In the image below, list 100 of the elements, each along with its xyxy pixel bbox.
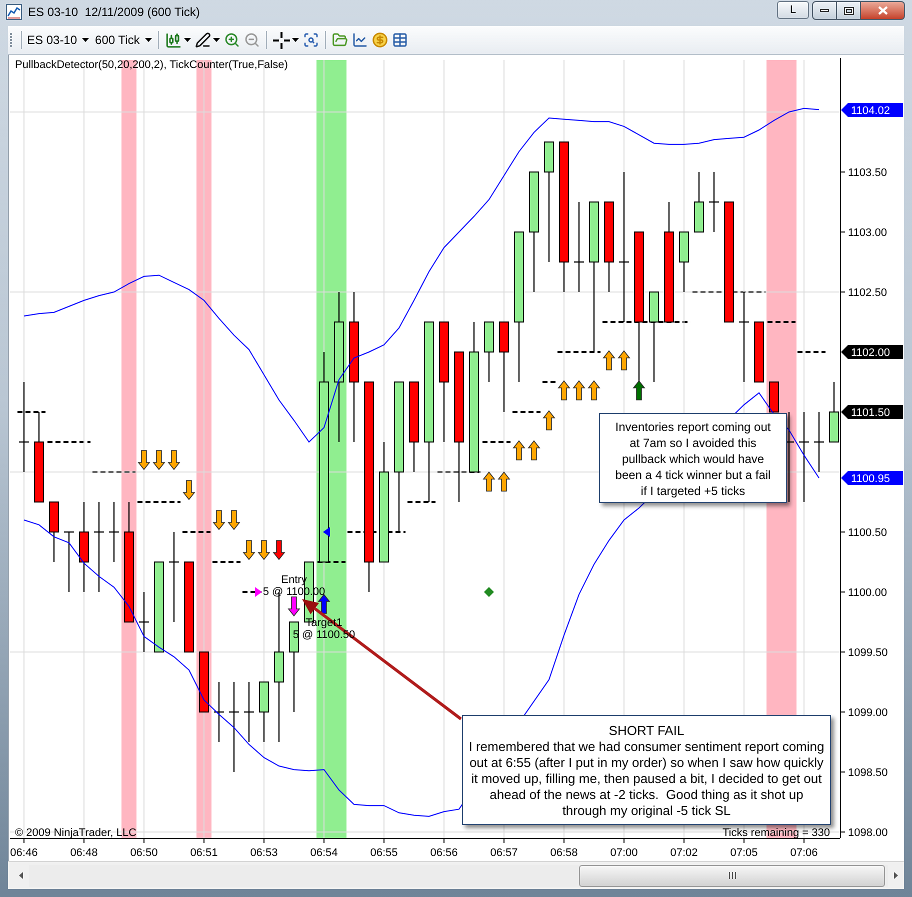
price-label: 1103.50 xyxy=(848,167,887,179)
table-icon xyxy=(392,32,408,48)
window-title: ES 03-10 12/11/2009 (600 Tick) xyxy=(28,5,200,20)
triangle-icon xyxy=(254,587,262,597)
caret-icon xyxy=(212,38,220,42)
price-label: 1098.50 xyxy=(848,767,888,779)
dashed-level-line xyxy=(437,471,480,473)
minimize-button[interactable] xyxy=(812,1,837,20)
line-chart-icon xyxy=(352,32,368,48)
time-label: 07:06 xyxy=(790,847,818,859)
candlestick xyxy=(814,412,824,472)
title-bar-button[interactable]: L xyxy=(777,1,809,19)
close-icon xyxy=(878,6,888,15)
dashed-level-line xyxy=(482,441,510,443)
up-arrow-icon xyxy=(602,350,616,370)
down-arrow-icon xyxy=(152,450,166,470)
candlestick xyxy=(754,322,764,382)
candlestick xyxy=(829,382,839,442)
dashed-level-line xyxy=(92,471,136,473)
candlestick xyxy=(48,502,59,562)
time-label: 07:02 xyxy=(670,847,698,859)
price-label: 1098.00 xyxy=(848,827,888,839)
time-label: 07:05 xyxy=(730,847,758,859)
zoom-out-icon xyxy=(244,32,260,48)
indicator-label: PullbackDetector(50,20,200,2), TickCounter(True,False) xyxy=(15,59,288,71)
chart-icon xyxy=(6,4,22,20)
down-arrow-icon xyxy=(258,540,270,560)
instrument-dropdown[interactable]: ES 03-10 xyxy=(25,29,92,51)
time-label: 06:48 xyxy=(70,847,98,859)
candlestick xyxy=(484,322,494,382)
up-arrow-icon xyxy=(498,471,510,492)
crosshair-dropdown[interactable] xyxy=(270,29,301,51)
candlestick xyxy=(244,682,254,742)
price-label: 1100.00 xyxy=(848,587,887,599)
up-arrow-icon xyxy=(572,380,586,400)
price-label: 1102.50 xyxy=(848,287,887,299)
up-arrow-icon xyxy=(318,594,330,614)
note-text: Inventories report coming out at 7am so I avoided this pullback which would have been a 4 tick winner but a fail if I targeted +5 ticks xyxy=(615,419,771,499)
candlestick xyxy=(679,232,689,292)
scrollbar-track[interactable] xyxy=(29,864,888,886)
dashed-level-line xyxy=(212,561,240,563)
candlestick xyxy=(138,592,149,652)
interval-dropdown[interactable]: 600 Tick xyxy=(93,29,154,51)
search-frame-icon xyxy=(302,32,319,48)
price-tag: 1101.50 xyxy=(841,405,903,419)
dashed-level-line xyxy=(557,351,600,353)
close-button[interactable] xyxy=(861,1,905,20)
time-label: 06:51 xyxy=(190,847,218,859)
time-label: 06:50 xyxy=(130,847,158,859)
up-arrow-icon xyxy=(618,350,630,370)
dashed-level-line xyxy=(798,351,826,353)
up-arrow-icon xyxy=(482,471,496,492)
down-arrow-icon xyxy=(212,510,226,530)
ticks-remaining-text: Ticks remaining = 330 xyxy=(722,827,830,839)
pen-icon xyxy=(194,32,211,48)
down-arrow-icon xyxy=(168,450,180,470)
grip-icon xyxy=(728,872,736,879)
up-arrow-icon xyxy=(558,380,570,400)
price-tag: 1104.02 xyxy=(841,103,903,117)
candlestick xyxy=(769,382,779,412)
candlestick-icon xyxy=(164,32,182,48)
folder-icon xyxy=(332,32,348,48)
candlestick xyxy=(709,172,719,232)
time-label: 06:56 xyxy=(430,847,458,859)
price-label: 1099.00 xyxy=(848,707,888,719)
caret-icon xyxy=(184,38,191,42)
caret-icon xyxy=(82,38,90,42)
time-label: 07:00 xyxy=(610,847,638,859)
diamond-icon xyxy=(484,587,494,597)
up-arrow-icon xyxy=(542,410,556,430)
time-label: 06:55 xyxy=(370,847,398,859)
price-tag: 1100.95 xyxy=(841,471,903,485)
scrollbar-thumb[interactable] xyxy=(579,864,885,886)
note-text: I remembered that we had consumer sentiment report coming out at 6:55 (after I put in my order) so when I saw how quickly it moved up, filling me, then paused a bit, I decided to get out ahead of the news at -2 ticks. Good thing as it shot up through my original -5 tick SL xyxy=(468,739,824,819)
price-label: 1099.50 xyxy=(848,647,888,659)
left-arrow-icon xyxy=(19,872,23,879)
crosshair-icon xyxy=(272,32,290,48)
down-arrow-icon xyxy=(242,540,256,560)
maximize-button[interactable] xyxy=(837,1,861,20)
time-label: 06:54 xyxy=(310,847,338,859)
time-label: 06:53 xyxy=(250,847,278,859)
zoom-in-icon xyxy=(224,32,240,48)
up-arrow-icon xyxy=(528,440,540,460)
dashed-level-line xyxy=(768,321,796,323)
down-arrow-icon xyxy=(228,510,240,530)
copyright-text: © 2009 NinjaTrader, LLC xyxy=(15,827,136,839)
price-tag: 1102.00 xyxy=(841,345,903,359)
price-label: 1100.50 xyxy=(848,527,887,539)
down-arrow-icon xyxy=(288,596,300,617)
up-arrow-icon xyxy=(632,380,646,400)
candlestick xyxy=(108,502,119,562)
candlestick xyxy=(214,682,224,742)
dashed-level-line xyxy=(512,411,540,413)
down-arrow-icon xyxy=(272,540,286,560)
dashed-level-line xyxy=(242,591,262,593)
dashed-level-line xyxy=(542,381,556,383)
candlestick xyxy=(694,172,704,232)
note-title: SHORT FAIL xyxy=(608,723,684,739)
up-arrow-icon xyxy=(512,440,526,460)
candlestick xyxy=(258,682,269,742)
